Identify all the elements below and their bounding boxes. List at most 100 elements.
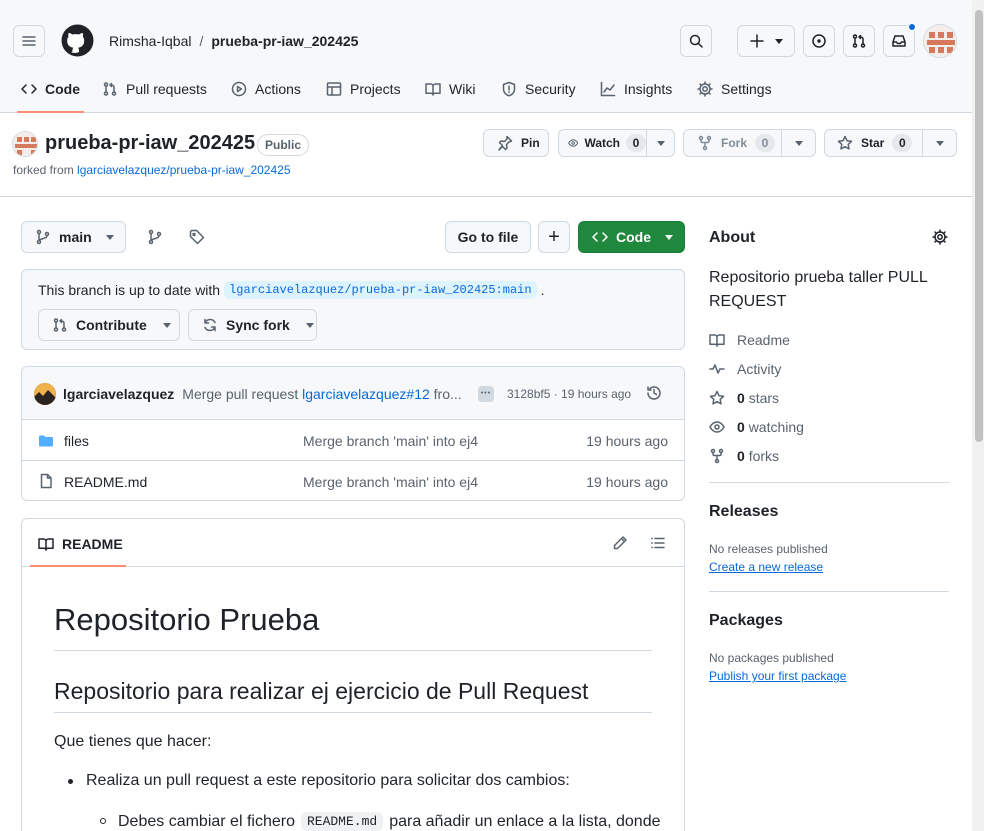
issue-opened-icon	[812, 34, 826, 48]
caret-down-icon	[935, 140, 944, 146]
commit-sha-time[interactable]: 3128bf5 · 19 hours ago	[507, 387, 631, 401]
pin-button[interactable]: Pin	[483, 129, 549, 157]
code-button[interactable]: Code	[578, 221, 685, 253]
commit-author-avatar[interactable]	[34, 383, 56, 405]
tab-actions[interactable]: Actions	[231, 72, 301, 106]
pull-request-icon	[103, 82, 117, 96]
commit-message-tail: fro...	[433, 386, 462, 402]
releases-empty: No releases published	[709, 542, 828, 556]
forked-from-prefix: forked from	[13, 163, 74, 177]
tags-link[interactable]	[181, 221, 213, 253]
watch-dropdown[interactable]	[647, 140, 674, 146]
github-logo[interactable]	[61, 24, 94, 57]
commit-message: Merge pull request lgarciavelazquez#12 f…	[182, 386, 461, 402]
code-button-label: Code	[616, 229, 651, 245]
publish-package-link[interactable]: Publish your first package	[709, 669, 846, 683]
branch-ref-badge[interactable]: lgarciavelazquez/prueba-pr-iaw_202425:ma…	[224, 281, 537, 299]
about-activity-link[interactable]: Activity	[709, 361, 781, 377]
releases-heading[interactable]: Releases	[709, 503, 778, 521]
tab-projects-label: Projects	[350, 81, 401, 97]
commit-history-button[interactable]	[646, 385, 662, 401]
tab-pull-requests-label: Pull requests	[126, 81, 207, 97]
commit-author[interactable]: lgarciavelazquez	[63, 386, 174, 402]
about-settings-button[interactable]	[932, 229, 948, 245]
play-icon	[231, 81, 247, 97]
issues-button[interactable]	[803, 25, 835, 57]
table-row[interactable]: files Merge branch 'main' into ej4 19 ho…	[22, 421, 684, 461]
identicon-avatar-icon	[924, 25, 956, 57]
repo-owner-avatar[interactable]	[12, 131, 38, 157]
breadcrumb: Rimsha-Iqbal / prueba-pr-iaw_202425	[109, 33, 358, 49]
about-watching-link[interactable]: 0 watching	[709, 419, 804, 435]
tab-wiki[interactable]: Wiki	[425, 72, 475, 106]
tab-code[interactable]: Code	[17, 72, 84, 113]
watch-button[interactable]: Watch 0	[558, 129, 675, 157]
about-stars-link[interactable]: 0 stars	[709, 390, 779, 406]
watch-main[interactable]: Watch 0	[559, 130, 647, 156]
readme-outline-button[interactable]	[650, 535, 666, 551]
repo-title[interactable]: prueba-pr-iaw_202425	[45, 132, 255, 155]
readme-tab[interactable]: README	[30, 520, 131, 567]
file-name[interactable]: files	[64, 433, 89, 449]
user-avatar[interactable]	[923, 24, 957, 58]
branch-icon	[148, 229, 162, 245]
readme-sublist-text-after: para añadir un enlace a la lista, donde	[389, 812, 661, 830]
branch-status-text: This branch is up to date with lgarciave…	[38, 281, 544, 299]
star-icon	[837, 135, 853, 150]
inbox-icon	[892, 35, 906, 47]
star-button[interactable]: Star 0	[824, 129, 957, 157]
file-name[interactable]: README.md	[64, 474, 147, 490]
star-main[interactable]: Star 0	[825, 130, 924, 156]
scrollbar-thumb[interactable]	[975, 10, 983, 442]
menu-button[interactable]	[13, 25, 45, 57]
pull-requests-button[interactable]	[843, 25, 875, 57]
tab-settings[interactable]: Settings	[697, 72, 772, 106]
tab-pull-requests[interactable]: Pull requests	[102, 72, 207, 106]
readme-h1-rule	[54, 650, 652, 651]
table-row[interactable]: README.md Merge branch 'main' into ej4 1…	[22, 462, 684, 500]
tab-insights[interactable]: Insights	[600, 72, 672, 106]
readme-inline-code: README.md	[300, 812, 384, 831]
commit-message-text[interactable]: Merge pull request	[182, 386, 298, 402]
bullet-circle	[100, 818, 106, 824]
breadcrumb-repo[interactable]: prueba-pr-iaw_202425	[211, 33, 358, 49]
tab-projects[interactable]: Projects	[326, 72, 401, 106]
about-watching-count: 0	[737, 419, 745, 435]
branch-name: main	[59, 229, 92, 245]
commit-expand-button[interactable]: •••	[478, 386, 494, 402]
create-new-button[interactable]	[737, 25, 795, 57]
file-commit-message[interactable]: Merge branch 'main' into ej4	[303, 433, 478, 449]
readme-tab-underline	[30, 565, 126, 567]
branches-link[interactable]	[139, 221, 171, 253]
forked-from-link[interactable]: lgarciavelazquez/prueba-pr-iaw_202425	[77, 163, 290, 177]
fork-main[interactable]: Fork 0	[684, 130, 783, 156]
packages-heading[interactable]: Packages	[709, 612, 783, 630]
about-forks-link[interactable]: 0 forks	[709, 448, 779, 464]
fork-icon	[698, 135, 712, 151]
commit-pr-link[interactable]: lgarciavelazquez#12	[302, 386, 430, 402]
fork-button[interactable]: Fork 0	[683, 129, 816, 157]
go-to-file-button[interactable]: Go to file	[445, 221, 531, 253]
contribute-button[interactable]: Contribute	[38, 309, 180, 341]
search-icon	[689, 34, 703, 48]
sync-fork-button[interactable]: Sync fork	[188, 309, 317, 341]
readme-header-divider-right	[606, 566, 684, 567]
edit-readme-button[interactable]	[612, 535, 628, 551]
add-file-button[interactable]: +	[538, 221, 570, 253]
tab-security[interactable]: Security	[501, 72, 576, 106]
plus-icon	[750, 34, 764, 48]
about-watching-label: watching	[748, 419, 804, 435]
branch-select-button[interactable]: main	[21, 221, 126, 253]
star-dropdown[interactable]	[923, 140, 956, 146]
search-button[interactable]	[680, 25, 712, 57]
book-icon	[38, 537, 54, 551]
list-unordered-icon	[651, 537, 665, 549]
file-commit-message[interactable]: Merge branch 'main' into ej4	[303, 474, 478, 490]
create-release-link[interactable]: Create a new release	[709, 560, 823, 574]
breadcrumb-owner[interactable]: Rimsha-Iqbal	[109, 33, 191, 49]
readme-h2: Repositorio para realizar ej ejercicio d…	[54, 678, 589, 704]
fork-dropdown[interactable]	[782, 140, 815, 146]
about-readme-link[interactable]: Readme	[709, 332, 790, 348]
readme-h2-rule	[54, 712, 652, 713]
caret-down-icon	[665, 234, 673, 240]
